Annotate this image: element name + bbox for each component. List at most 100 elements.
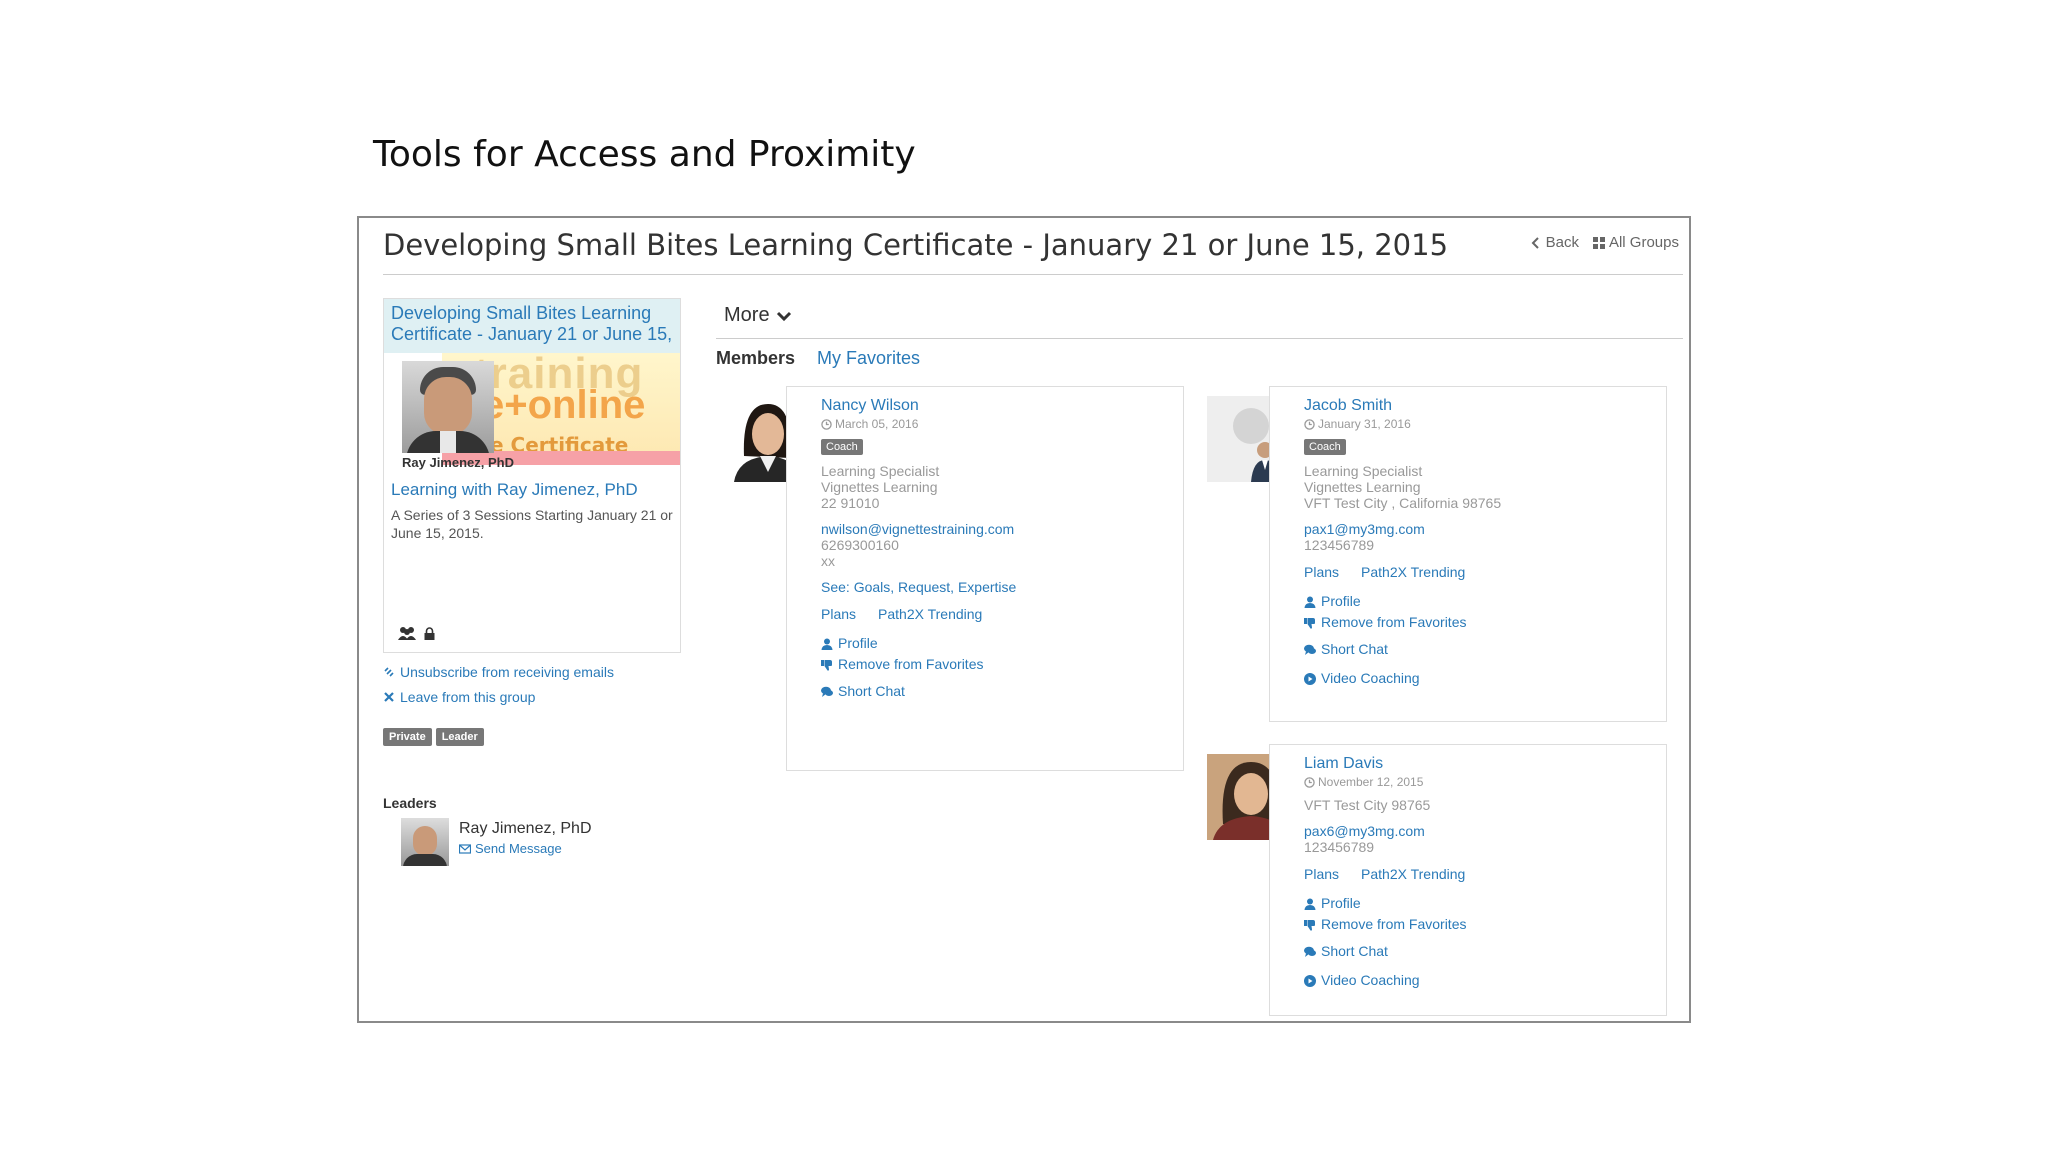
unsubscribe-label: Unsubscribe from receiving emails bbox=[400, 664, 614, 680]
course-link[interactable]: Learning with Ray Jimenez, PhD bbox=[391, 480, 673, 500]
course-description: A Series of 3 Sessions Starting January … bbox=[391, 507, 673, 541]
portrait-name: Ray Jimenez, PhD bbox=[402, 455, 514, 470]
chat-icon bbox=[821, 686, 833, 697]
user-icon bbox=[1304, 596, 1316, 608]
back-link[interactable]: Back bbox=[1530, 234, 1579, 251]
see-goals-link[interactable]: See: Goals, Request, Expertise bbox=[821, 579, 1149, 595]
path2x-trending-link[interactable]: Path2X Trending bbox=[1361, 866, 1465, 882]
path2x-trending-link[interactable]: Path2X Trending bbox=[1361, 564, 1465, 580]
group-card: Developing Small Bites Learning Certific… bbox=[383, 298, 681, 653]
member-phone: 123456789 bbox=[1304, 839, 1632, 855]
thumbs-down-icon bbox=[1304, 617, 1315, 629]
profile-link[interactable]: Profile bbox=[1304, 893, 1632, 914]
member-company: Vignettes Learning bbox=[1304, 479, 1421, 495]
clock-icon bbox=[1304, 418, 1315, 430]
user-icon bbox=[1304, 898, 1316, 910]
member-tabs: Members My Favorites bbox=[716, 348, 920, 369]
member-title: Learning Specialist bbox=[821, 463, 940, 479]
coach-badge: Coach bbox=[821, 439, 863, 455]
profile-link[interactable]: Profile bbox=[1304, 591, 1632, 612]
short-chat-link[interactable]: Short Chat bbox=[821, 681, 1149, 702]
remove-favorites-link[interactable]: Remove from Favorites bbox=[1304, 612, 1632, 633]
slide-title: Tools for Access and Proximity bbox=[373, 134, 916, 175]
short-chat-link[interactable]: Short Chat bbox=[1304, 639, 1632, 660]
member-info: VFT Test City 98765 bbox=[1304, 797, 1632, 813]
member-date: November 12, 2015 bbox=[1304, 775, 1632, 789]
user-icon bbox=[821, 638, 833, 650]
path2x-trending-link[interactable]: Path2X Trending bbox=[878, 606, 982, 622]
coach-badge: Coach bbox=[1304, 439, 1346, 455]
play-circle-icon bbox=[1304, 974, 1316, 987]
member-date-text: November 12, 2015 bbox=[1318, 775, 1424, 789]
group-image: training e+online e Certificate Programs… bbox=[384, 345, 680, 470]
remove-favorites-link[interactable]: Remove from Favorites bbox=[821, 654, 1149, 675]
member-phone: 6269300160 xx bbox=[821, 537, 1149, 569]
member-name[interactable]: Nancy Wilson bbox=[821, 397, 1149, 415]
browser-frame: Developing Small Bites Learning Certific… bbox=[357, 216, 1691, 1023]
short-chat-label: Short Chat bbox=[1321, 943, 1388, 959]
plans-link[interactable]: Plans bbox=[1304, 564, 1339, 580]
remove-favorites-link[interactable]: Remove from Favorites bbox=[1304, 914, 1632, 935]
member-email[interactable]: pax1@my3mg.com bbox=[1304, 521, 1632, 537]
chat-icon bbox=[1304, 644, 1316, 655]
member-email[interactable]: nwilson@vignettestraining.com bbox=[821, 521, 1149, 537]
leader-name: Ray Jimenez, PhD bbox=[459, 820, 592, 837]
member-location: 22 91010 bbox=[821, 495, 880, 511]
short-chat-link[interactable]: Short Chat bbox=[1304, 941, 1632, 962]
member-location: VFT Test City 98765 bbox=[1304, 797, 1431, 813]
video-coaching-link[interactable]: Video Coaching bbox=[1304, 970, 1632, 991]
unlink-icon bbox=[384, 667, 394, 677]
member-name[interactable]: Jacob Smith bbox=[1304, 397, 1632, 415]
plans-link[interactable]: Plans bbox=[1304, 866, 1339, 882]
chat-icon bbox=[1304, 946, 1316, 957]
play-circle-icon bbox=[1304, 672, 1316, 685]
chevron-down-icon bbox=[776, 311, 791, 321]
plans-link[interactable]: Plans bbox=[821, 606, 856, 622]
member-plans: Plans Path2X Trending bbox=[1304, 564, 1632, 580]
member-actions: Profile Remove from Favorites Short Chat… bbox=[1304, 893, 1632, 991]
more-dropdown[interactable]: More bbox=[724, 304, 792, 327]
tab-members[interactable]: Members bbox=[716, 348, 795, 369]
all-groups-link[interactable]: All Groups bbox=[1592, 234, 1679, 251]
member-card: Nancy Wilson March 05, 2016 Coach Learni… bbox=[724, 386, 1194, 776]
member-email[interactable]: pax6@my3mg.com bbox=[1304, 823, 1632, 839]
leader-badge: Leader bbox=[435, 728, 484, 746]
clock-icon bbox=[821, 418, 832, 430]
send-message-label: Send Message bbox=[475, 841, 562, 856]
member-plans: Plans Path2X Trending bbox=[821, 606, 1149, 622]
member-date: January 31, 2016 bbox=[1304, 417, 1632, 431]
video-coaching-label: Video Coaching bbox=[1321, 670, 1420, 686]
member-name[interactable]: Liam Davis bbox=[1304, 755, 1632, 773]
member-phone-number: 123456789 bbox=[1304, 537, 1375, 553]
profile-link[interactable]: Profile bbox=[821, 633, 1149, 654]
member-actions: Profile Remove from Favorites Short Chat bbox=[821, 633, 1149, 702]
leader-item: Ray Jimenez, PhD Send Message bbox=[401, 818, 592, 866]
grid-icon bbox=[1592, 236, 1605, 249]
thumbs-down-icon bbox=[821, 659, 832, 671]
member-info: Learning Specialist Vignettes Learning 2… bbox=[821, 463, 1149, 511]
member-phone: 123456789 bbox=[1304, 537, 1632, 553]
leave-group-link[interactable]: Leave from this group bbox=[383, 689, 614, 705]
card-icons bbox=[398, 626, 435, 640]
more-divider bbox=[716, 338, 1683, 339]
clock-icon bbox=[1304, 776, 1315, 788]
member-phone-extra: xx bbox=[821, 553, 835, 569]
member-info: Learning Specialist Vignettes Learning V… bbox=[1304, 463, 1632, 511]
member-company: Vignettes Learning bbox=[821, 479, 938, 495]
group-members-icon bbox=[398, 627, 416, 640]
member-location: VFT Test City , California 98765 bbox=[1304, 495, 1502, 511]
remove-favorites-label: Remove from Favorites bbox=[1321, 916, 1467, 932]
member-info-card: Liam Davis November 12, 2015 VFT Test Ci… bbox=[1269, 744, 1667, 1016]
send-message-link[interactable]: Send Message bbox=[459, 841, 592, 856]
remove-favorites-label: Remove from Favorites bbox=[838, 656, 984, 672]
video-coaching-link[interactable]: Video Coaching bbox=[1304, 668, 1632, 689]
leaders-heading: Leaders bbox=[383, 795, 437, 811]
leader-avatar[interactable] bbox=[401, 818, 449, 866]
leader-portrait bbox=[402, 361, 494, 453]
tab-my-favorites[interactable]: My Favorites bbox=[817, 348, 920, 369]
member-phone-number: 123456789 bbox=[1304, 839, 1375, 855]
unsubscribe-link[interactable]: Unsubscribe from receiving emails bbox=[383, 664, 614, 680]
page-title: Developing Small Bites Learning Certific… bbox=[383, 228, 1449, 262]
member-date-text: January 31, 2016 bbox=[1318, 417, 1411, 431]
group-badges: Private Leader bbox=[383, 728, 484, 746]
